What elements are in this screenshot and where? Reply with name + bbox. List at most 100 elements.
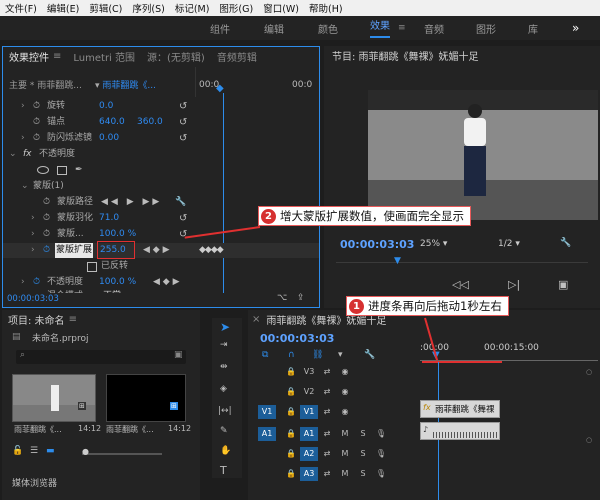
list-view-icon[interactable]: ☰ — [30, 446, 38, 456]
opacity-value[interactable]: 100.0 % — [99, 275, 136, 290]
lock-icon[interactable]: 🔒 — [282, 365, 300, 379]
clip1-name[interactable]: 雨菲翻跳《... — [14, 424, 62, 435]
rotation-value[interactable]: 0.0 — [99, 99, 113, 114]
timeline-timecode[interactable]: 00:00:03:03 — [260, 332, 334, 345]
sync-icon[interactable]: ⇄ — [318, 447, 336, 461]
project-search-input[interactable]: ⌕ — [16, 350, 186, 364]
keyframe-nav-icon[interactable]: ◀ ◆ ▶ — [153, 275, 180, 290]
expand-arrow-icon[interactable]: › — [31, 227, 35, 242]
nest-icon[interactable]: ⧉ — [262, 350, 268, 360]
menu-marker[interactable]: 标记(M) — [170, 1, 215, 15]
scroll-circle-icon[interactable]: ○ — [586, 368, 592, 376]
lock-icon[interactable]: 🔒 — [282, 405, 300, 419]
mask-expansion-value[interactable]: 255.0 — [100, 243, 126, 258]
ws-tab-graphics[interactable]: 图形 — [476, 21, 496, 36]
panel-menu-icon[interactable]: ≡ — [69, 314, 77, 325]
ec-timecode[interactable]: 00:00:03:03 — [7, 294, 59, 304]
eye-icon[interactable]: ◉ — [336, 385, 354, 399]
program-playhead-icon[interactable]: ▼ — [394, 256, 401, 266]
wrench-icon[interactable]: 🔧 — [175, 195, 186, 210]
new-bin-icon[interactable]: ▣ — [174, 350, 183, 360]
lock-icon[interactable]: 🔒 — [282, 447, 300, 461]
type-tool-icon[interactable]: T — [220, 464, 227, 477]
snap-icon[interactable]: ∩ — [288, 350, 295, 360]
lock-icon[interactable]: 🔒 — [282, 467, 300, 481]
mic-icon[interactable]: 🎙 — [372, 447, 390, 461]
add-marker-icon[interactable]: ▾ — [338, 350, 343, 360]
fx-icon[interactable]: fx — [23, 147, 32, 162]
wrench-icon[interactable]: 🔧 — [560, 238, 571, 248]
menu-file[interactable]: 文件(F) — [0, 1, 42, 15]
program-timecode[interactable]: 00:00:03:03 — [340, 238, 414, 251]
razor-tool-icon[interactable]: ◈ — [220, 384, 227, 394]
eye-icon[interactable]: ◉ — [336, 405, 354, 419]
mic-icon[interactable]: 🎙 — [372, 467, 390, 481]
mask-opacity-value[interactable]: 100.0 % — [99, 227, 136, 242]
track-v3-label[interactable]: V3 — [300, 365, 318, 379]
hand-tool-icon[interactable]: ✋ — [220, 446, 231, 456]
program-video-frame[interactable] — [368, 90, 598, 220]
mic-icon[interactable]: 🎙 — [372, 427, 390, 441]
close-icon[interactable]: × — [252, 314, 260, 325]
export-icon[interactable]: ⇪ — [297, 293, 305, 303]
expand-arrow-icon[interactable]: › — [31, 243, 35, 258]
selection-tool-icon[interactable]: ➤ — [220, 320, 230, 334]
zoom-dropdown[interactable]: 25% ▾ — [420, 239, 447, 249]
stopwatch-icon[interactable]: ⏱ — [33, 131, 40, 146]
pen-mask-icon[interactable]: ✒ — [75, 163, 83, 178]
stopwatch-icon[interactable]: ⏱ — [43, 195, 50, 210]
stopwatch-icon[interactable]: ⏱ — [43, 211, 50, 226]
expand-arrow-icon[interactable]: › — [21, 99, 25, 114]
go-to-out-button[interactable]: ▷| — [508, 278, 520, 291]
step-back-button[interactable]: ◁◁ — [452, 278, 469, 291]
stopwatch-icon[interactable]: ⏱ — [43, 227, 50, 242]
ws-more-button[interactable]: » — [572, 21, 579, 35]
stopwatch-active-icon[interactable]: ⏱ — [43, 243, 50, 258]
clip2-name[interactable]: 雨菲翻跳《... — [106, 424, 154, 435]
timeline-scrollbar[interactable]: ○ ○ — [584, 362, 598, 482]
track-v1-label[interactable]: V1 — [300, 405, 318, 419]
ws-tab-libraries[interactable]: 库 — [528, 21, 538, 36]
clip-thumbnail-2[interactable] — [106, 374, 186, 422]
anchor-y-value[interactable]: 360.0 — [137, 115, 163, 130]
program-scrub-bar[interactable] — [336, 262, 588, 263]
reset-icon[interactable]: ↺ — [179, 211, 187, 226]
stopwatch-active-icon[interactable]: ⏱ — [33, 275, 40, 290]
scroll-circle-icon[interactable]: ○ — [586, 436, 592, 444]
video-clip[interactable]: fx 雨菲翻跳《舞祼 — [420, 400, 500, 418]
ws-tab-color[interactable]: 颜色 — [318, 21, 338, 36]
stopwatch-icon[interactable]: ⏱ — [33, 115, 40, 130]
mute-button[interactable]: M — [336, 447, 354, 461]
menu-edit[interactable]: 编辑(E) — [42, 1, 84, 15]
tab-source[interactable]: 源：(无剪辑) — [147, 49, 205, 64]
sync-icon[interactable]: ⇄ — [318, 405, 336, 419]
eye-icon[interactable]: ◉ — [336, 365, 354, 379]
audio-clip[interactable]: ♪ — [420, 422, 500, 440]
ws-tab-audio[interactable]: 音频 — [424, 21, 444, 36]
panel-menu-icon[interactable]: ≡ — [53, 51, 61, 62]
reset-icon[interactable]: ↺ — [179, 115, 187, 130]
menu-clip[interactable]: 剪辑(C) — [84, 1, 127, 15]
expand-arrow-icon[interactable]: › — [31, 211, 35, 226]
track-select-tool-icon[interactable]: ⇥ — [220, 340, 228, 350]
mini-timeline-ruler[interactable]: 00:0 00:0 ◆ — [195, 67, 319, 97]
slip-tool-icon[interactable]: |↔| — [218, 406, 232, 416]
solo-button[interactable]: S — [354, 447, 372, 461]
lock-icon[interactable]: 🔓 — [12, 446, 23, 456]
mask-feather-value[interactable]: 71.0 — [99, 211, 119, 226]
menu-help[interactable]: 帮助(H) — [304, 1, 348, 15]
zoom-slider[interactable] — [82, 453, 162, 455]
anti-flicker-value[interactable]: 0.00 — [99, 131, 119, 146]
clip-thumbnail-1[interactable] — [12, 374, 96, 422]
linked-selection-icon[interactable]: ⛓ — [312, 350, 323, 360]
solo-button[interactable]: S — [354, 467, 372, 481]
track-v2-label[interactable]: V2 — [300, 385, 318, 399]
sequence-clip-label[interactable]: ▾ 雨菲翻跳《... — [95, 79, 156, 94]
media-browser-tab[interactable]: 媒体浏览器 — [12, 476, 57, 489]
collapse-arrow-icon[interactable]: ⌄ — [9, 147, 17, 162]
source-a1-label[interactable]: A1 — [258, 427, 276, 441]
reset-icon[interactable]: ↺ — [179, 131, 187, 146]
sync-icon[interactable]: ⇄ — [318, 365, 336, 379]
expand-arrow-icon[interactable]: › — [21, 131, 25, 146]
sync-icon[interactable]: ⇄ — [318, 467, 336, 481]
